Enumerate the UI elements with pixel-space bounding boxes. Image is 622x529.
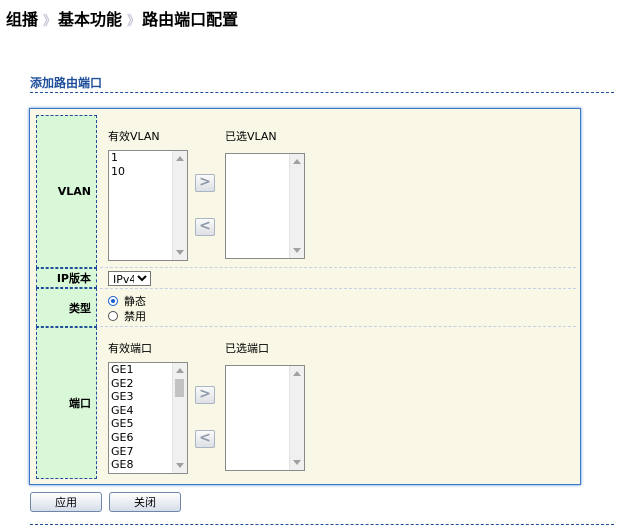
scroll-down-icon[interactable]	[293, 460, 301, 465]
scroll-down-icon[interactable]	[176, 463, 184, 468]
add-port-button[interactable]: >	[195, 386, 215, 404]
vlan-label: VLAN	[36, 115, 97, 268]
remove-vlan-button[interactable]: <	[195, 218, 215, 236]
radio-checked-icon[interactable]	[108, 296, 118, 306]
ip-version-label: IP版本	[36, 268, 97, 288]
add-vlan-button[interactable]: >	[195, 174, 215, 192]
selected-port-caption: 已选端口	[225, 342, 269, 355]
breadcrumb-level1[interactable]: 组播	[6, 10, 38, 29]
available-port-caption: 有效端口	[108, 342, 152, 355]
breadcrumb-level2[interactable]: 基本功能	[58, 10, 122, 29]
scroll-down-icon[interactable]	[176, 250, 184, 255]
scrollbar[interactable]	[172, 363, 187, 473]
row-divider	[100, 326, 576, 327]
selected-vlan-caption: 已选VLAN	[225, 130, 277, 143]
scrollbar[interactable]	[289, 154, 304, 258]
breadcrumb-separator: 》	[127, 14, 140, 29]
section-divider	[30, 92, 614, 93]
available-vlan-caption: 有效VLAN	[108, 130, 160, 143]
scroll-up-icon[interactable]	[176, 368, 184, 373]
breadcrumb-separator: 》	[43, 14, 56, 29]
ip-version-select[interactable]: IPv4	[108, 271, 151, 286]
section-title: 添加路由端口	[30, 76, 103, 90]
remove-port-button[interactable]: <	[195, 430, 215, 448]
row-divider	[100, 288, 576, 289]
type-option-label: 禁用	[124, 310, 146, 323]
scroll-down-icon[interactable]	[293, 248, 301, 253]
close-button[interactable]: 关闭	[109, 492, 181, 512]
port-label: 端口	[36, 327, 97, 479]
footer-divider	[30, 524, 614, 525]
radio-unchecked-icon[interactable]	[108, 311, 118, 321]
selected-port-list[interactable]	[225, 365, 305, 471]
type-option-label: 静态	[124, 295, 146, 308]
breadcrumb-level3: 路由端口配置	[142, 10, 239, 29]
apply-button[interactable]: 应用	[30, 492, 102, 512]
selected-vlan-list[interactable]	[225, 153, 305, 259]
type-radio-static[interactable]: 静态	[108, 293, 146, 309]
scroll-up-icon[interactable]	[293, 371, 301, 376]
row-divider	[100, 267, 576, 268]
scroll-up-icon[interactable]	[176, 156, 184, 161]
breadcrumb: 组播》基本功能》路由端口配置	[6, 6, 238, 30]
scroll-up-icon[interactable]	[293, 159, 301, 164]
type-radio-disabled[interactable]: 禁用	[108, 308, 146, 324]
scroll-thumb[interactable]	[175, 379, 184, 397]
available-port-list[interactable]: GE1 GE2 GE3 GE4 GE5 GE6 GE7 GE8	[108, 362, 188, 474]
scrollbar[interactable]	[172, 151, 187, 260]
scrollbar[interactable]	[289, 366, 304, 470]
available-vlan-list[interactable]: 1 10	[108, 150, 188, 261]
type-label: 类型	[36, 288, 97, 327]
add-route-port-panel: VLAN IP版本 类型 端口 有效VLAN 已选VLAN 1 10 > < I…	[29, 108, 581, 485]
